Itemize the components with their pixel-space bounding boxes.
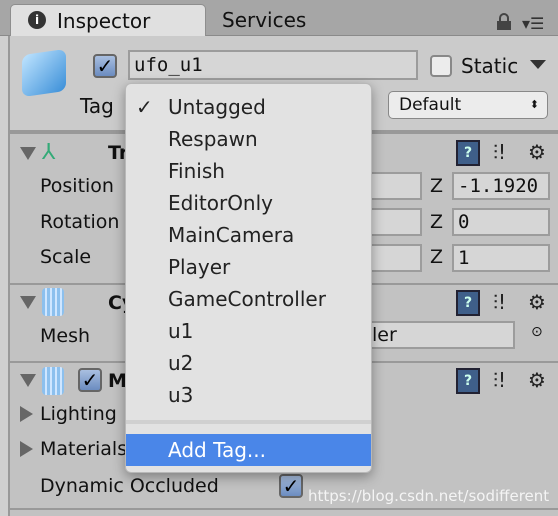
scale-label: Scale — [40, 246, 92, 268]
updown-icon: ⬍ — [529, 98, 539, 111]
rotation-z-field[interactable]: 0 — [452, 208, 550, 236]
gear-icon[interactable]: ⚙ — [528, 289, 546, 315]
dynamic-occluded-checkbox[interactable]: ✓ — [279, 474, 303, 498]
help-book-icon[interactable]: ? — [456, 140, 480, 166]
z-label: Z — [430, 246, 444, 268]
watermark: https://blog.csdn.net/sodifferent — [308, 487, 550, 505]
menu-item-u3[interactable]: u3 — [126, 379, 371, 411]
z-label: Z — [430, 211, 444, 233]
menu-item-player[interactable]: Player — [126, 251, 371, 283]
position-z-field[interactable]: -1.1920 — [452, 172, 550, 200]
help-book-icon[interactable]: ? — [456, 290, 480, 316]
menu-item-gamecontroller[interactable]: GameController — [126, 283, 371, 315]
menu-item-editoronly[interactable]: EditorOnly — [126, 187, 371, 219]
materials-foldout[interactable]: Materials — [40, 437, 127, 461]
menu-item-maincamera[interactable]: MainCamera — [126, 219, 371, 251]
panel-menu-icon[interactable]: ▾☰ — [522, 14, 544, 33]
z-label: Z — [430, 175, 444, 197]
collapse-triangle-icon[interactable] — [20, 147, 36, 160]
static-dropdown-arrow-icon[interactable] — [530, 60, 546, 69]
menu-item-untagged[interactable]: ✓ Untagged — [126, 91, 371, 123]
expand-triangle-icon[interactable] — [20, 441, 33, 457]
layer-dropdown[interactable]: Default ⬍ — [388, 91, 548, 119]
collapse-triangle-icon[interactable] — [20, 296, 36, 309]
object-name-input[interactable]: ufo_u1 — [128, 50, 418, 80]
lock-icon[interactable] — [497, 13, 511, 30]
tag-dropdown-menu: ✓ Untagged Respawn Finish EditorOnly Main… — [125, 83, 372, 473]
dynamic-occluded-label: Dynamic Occluded — [40, 475, 219, 497]
menu-item-finish[interactable]: Finish — [126, 155, 371, 187]
gear-icon[interactable]: ⚙ — [528, 139, 546, 165]
menu-item-respawn[interactable]: Respawn — [126, 123, 371, 155]
info-icon: i — [28, 11, 46, 29]
active-checkbox[interactable]: ✓ — [93, 54, 117, 78]
static-checkbox[interactable] — [430, 55, 452, 77]
rotation-label: Rotation — [40, 211, 120, 233]
mesh-renderer-enabled-checkbox[interactable]: ✓ — [78, 368, 102, 392]
scale-z-field[interactable]: 1 — [452, 244, 550, 272]
preset-sliders-icon[interactable]: ⫶! — [493, 367, 506, 393]
checkmark-icon: ✓ — [136, 95, 153, 119]
menu-item-add-tag[interactable]: Add Tag... — [126, 434, 371, 466]
lighting-foldout[interactable]: Lighting — [40, 402, 117, 426]
tag-label: Tag — [80, 94, 114, 118]
mesh-label: Mesh — [40, 325, 91, 347]
menu-separator — [126, 420, 371, 424]
gear-icon[interactable]: ⚙ — [528, 367, 546, 393]
gameobject-cube-icon[interactable] — [22, 48, 66, 98]
preset-sliders-icon[interactable]: ⫶! — [493, 289, 506, 315]
position-label: Position — [40, 175, 114, 197]
mesh-renderer-icon — [42, 367, 64, 395]
tab-services[interactable]: Services — [222, 4, 306, 36]
static-label: Static — [461, 54, 519, 78]
object-picker-icon[interactable]: ⊙ — [531, 324, 543, 340]
left-strip — [0, 36, 10, 516]
help-book-icon[interactable]: ? — [456, 368, 480, 394]
collapse-triangle-icon[interactable] — [20, 374, 36, 387]
expand-triangle-icon[interactable] — [20, 406, 33, 422]
transform-axes-icon: ⅄ — [42, 140, 56, 165]
menu-item-u1[interactable]: u1 — [126, 315, 371, 347]
preset-sliders-icon[interactable]: ⫶! — [493, 139, 506, 165]
menu-item-u2[interactable]: u2 — [126, 347, 371, 379]
mesh-filter-icon — [42, 288, 64, 316]
